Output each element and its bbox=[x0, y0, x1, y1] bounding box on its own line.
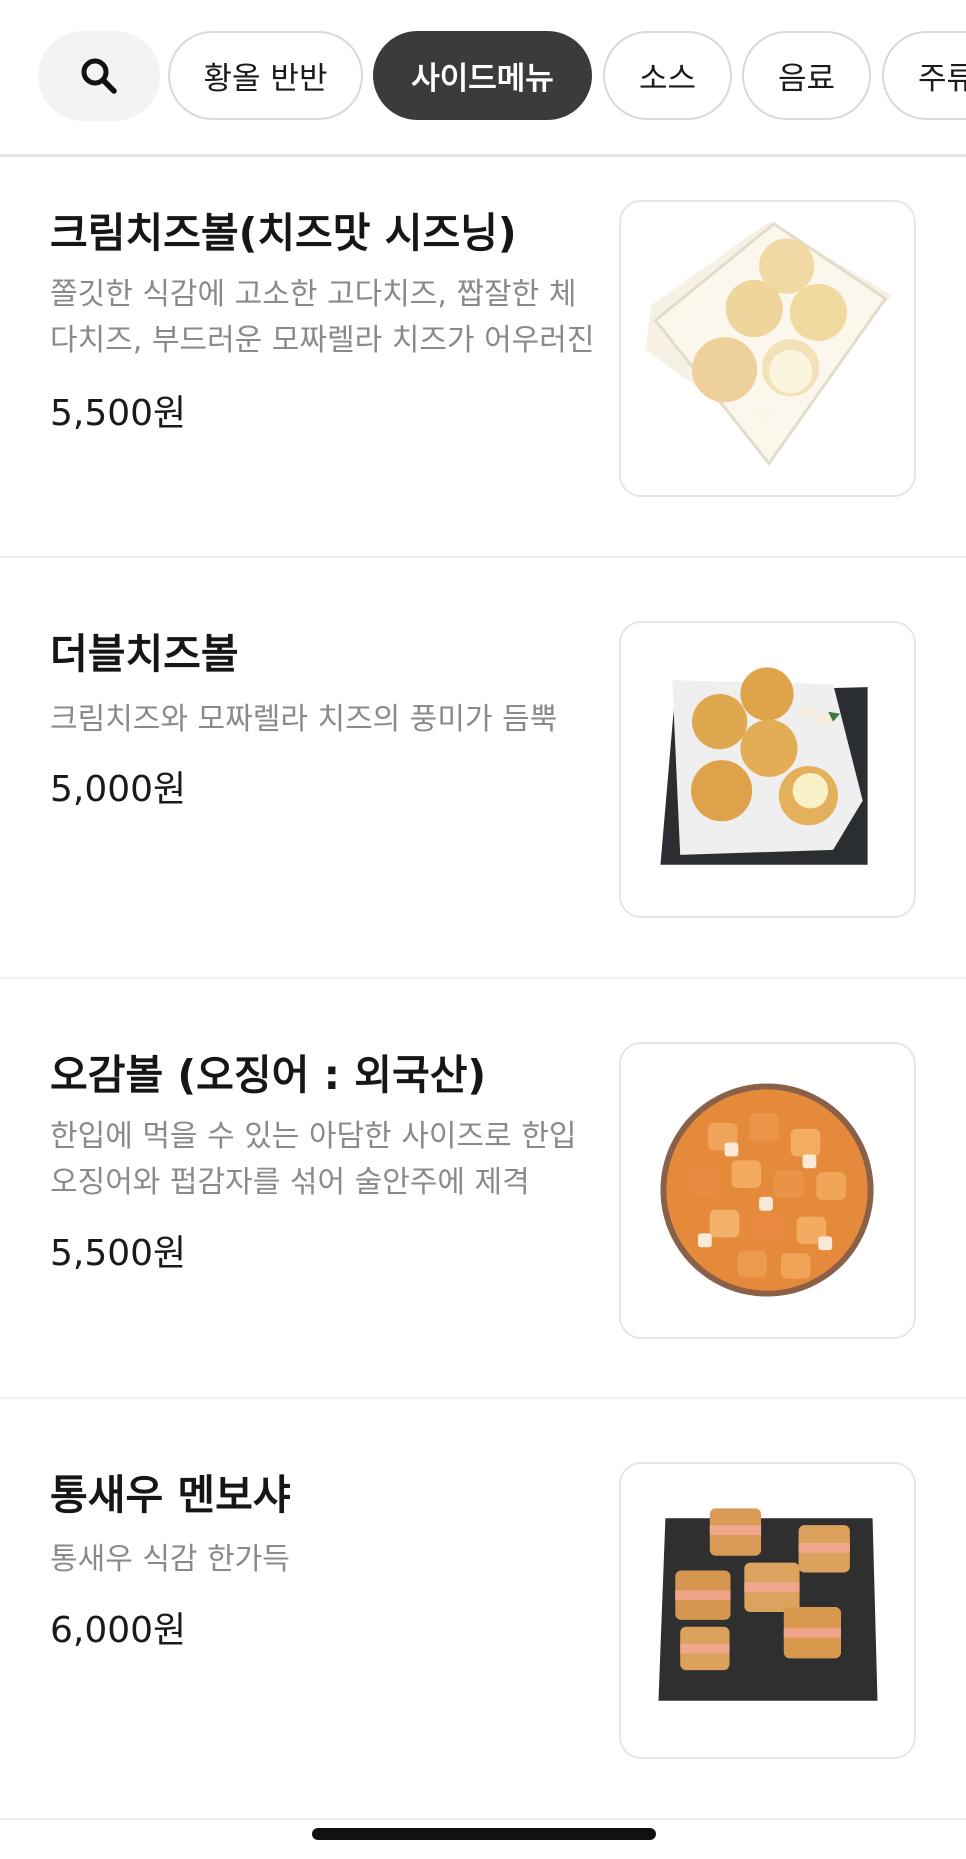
menu-item-price: 5,000원 bbox=[50, 769, 187, 810]
home-indicator bbox=[312, 1828, 656, 1840]
category-chip-drinks[interactable]: 음료 bbox=[742, 31, 871, 120]
menu-item-description: 통새우 식감 한가득 bbox=[50, 1542, 290, 1577]
menu-item[interactable]: 크림치즈볼(치즈맛 시즈닝) 쫄깃한 식감에 고소한 고다치즈, 짭잘한 체다치… bbox=[0, 159, 966, 558]
menu-item-description: 한입에 먹을 수 있는 아담한 사이즈로 한입오징어와 펍감자를 섞어 술안주에… bbox=[50, 1119, 577, 1200]
squid-potato-bowl-image bbox=[619, 1042, 916, 1339]
double-cheese-balls-image bbox=[619, 621, 916, 918]
menu-item-description: 쫄깃한 식감에 고소한 고다치즈, 짭잘한 체다치즈, 부드러운 모짜렐라 치즈… bbox=[50, 277, 595, 358]
menu-item-name: 더블치즈볼 bbox=[50, 630, 239, 678]
menu-item-price: 5,500원 bbox=[50, 1233, 187, 1274]
search-button[interactable] bbox=[38, 31, 160, 121]
menu-item-name: 오감볼 (오징어 : 외국산) bbox=[50, 1051, 487, 1099]
search-icon bbox=[81, 58, 117, 94]
menu-item[interactable]: 오감볼 (오징어 : 외국산) 한입에 먹을 수 있는 아담한 사이즈로 한입오… bbox=[0, 979, 966, 1399]
category-chip-half-half[interactable]: 황올 반반 bbox=[168, 31, 363, 120]
category-chip-side-menu[interactable]: 사이드메뉴 bbox=[373, 31, 592, 120]
category-chip-alcohol[interactable]: 주류 bbox=[882, 31, 966, 120]
menu-item[interactable]: 더블치즈볼 크림치즈와 모짜렐라 치즈의 풍미가 듬뿍 5,000원 bbox=[0, 558, 966, 979]
shrimp-menbosha-image bbox=[619, 1462, 916, 1759]
menu-item-name: 크림치즈볼(치즈맛 시즈닝) bbox=[50, 209, 517, 257]
category-chip-sauce[interactable]: 소스 bbox=[603, 31, 732, 120]
category-bar: 황올 반반 사이드메뉴 소스 음료 주류 bbox=[0, 0, 966, 157]
cheese-balls-tray-image bbox=[619, 200, 916, 497]
menu-item-name: 통새우 멘보샤 bbox=[50, 1471, 291, 1519]
menu-item-price: 5,500원 bbox=[50, 393, 187, 434]
menu-item-description: 크림치즈와 모짜렐라 치즈의 풍미가 듬뿍 bbox=[50, 702, 558, 737]
menu-item-price: 6,000원 bbox=[50, 1610, 187, 1651]
menu-item[interactable]: 통새우 멘보샤 통새우 식감 한가득 6,000원 bbox=[0, 1399, 966, 1820]
